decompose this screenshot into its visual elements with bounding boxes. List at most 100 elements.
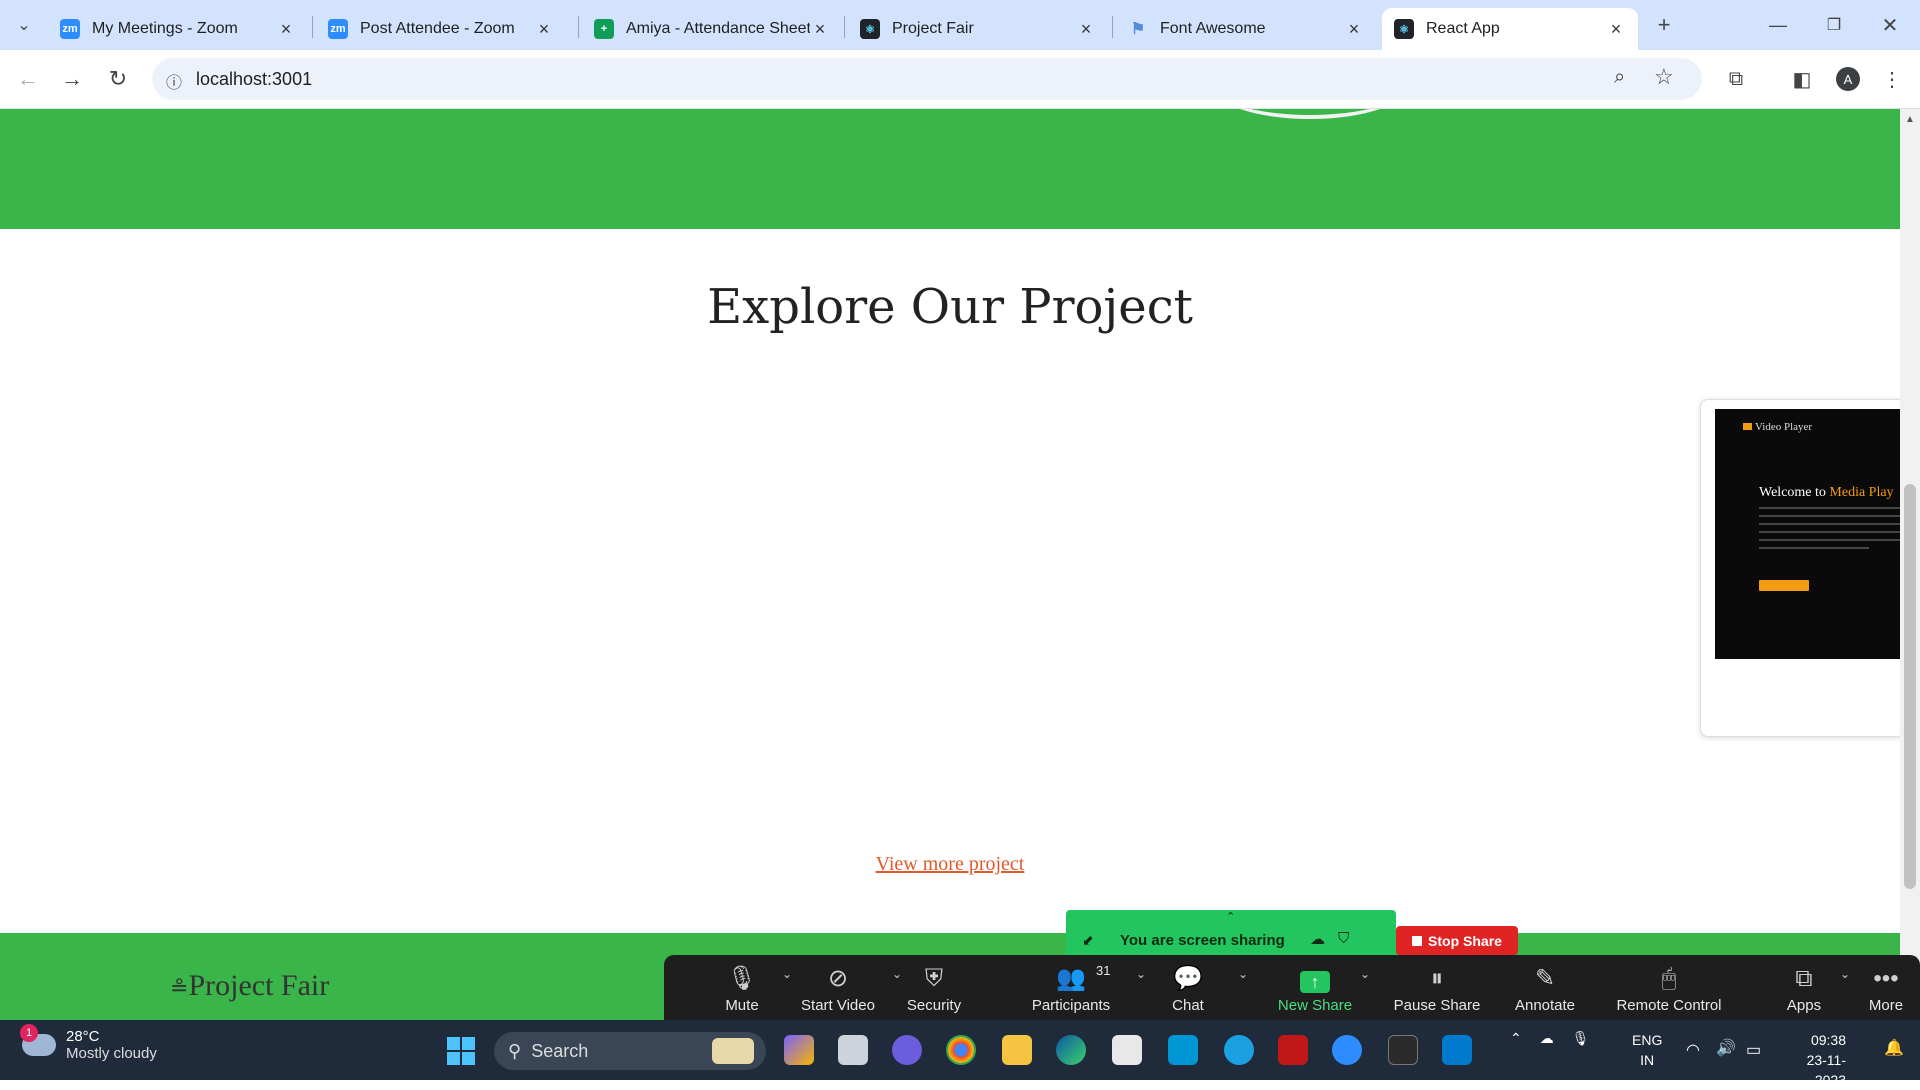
close-icon[interactable]: × <box>1344 19 1364 40</box>
tab-my-meetings[interactable]: zm My Meetings - Zoom × <box>48 8 308 50</box>
zoom-magnifier-icon[interactable]: ⌕ <box>1614 66 1625 89</box>
terminal-icon[interactable] <box>1388 1035 1418 1065</box>
stop-square-icon <box>1412 935 1423 946</box>
participants-button[interactable]: 👥 Participants 31 ⌄ <box>1016 955 1146 1020</box>
bookmark-star-icon[interactable]: ☆ <box>1654 64 1674 90</box>
tab-react-app[interactable]: ⚛ React App × <box>1382 8 1638 50</box>
input-language[interactable]: ENG IN <box>1632 1030 1662 1070</box>
scrollbar-thumb[interactable] <box>1904 484 1916 889</box>
chat-button[interactable]: 💬 Chat ⌄ <box>1148 955 1248 1020</box>
close-icon[interactable]: × <box>1606 19 1626 40</box>
flag-icon: ⚑ <box>1130 21 1146 38</box>
chevron-down-icon[interactable]: ⌄ <box>1840 967 1850 981</box>
zoom-app-icon[interactable] <box>1332 1035 1362 1065</box>
annotate-button[interactable]: ✎ Annotate <box>1500 955 1590 1020</box>
back-icon[interactable]: ← <box>12 63 44 95</box>
wifi-icon[interactable]: ◠ <box>1686 1040 1700 1060</box>
drag-handle-icon[interactable]: ⬋ <box>1082 932 1094 949</box>
tab-font-awesome[interactable]: ⚑ Font Awesome × <box>1116 8 1376 50</box>
start-video-button[interactable]: ⊘ Start Video ⌄ <box>788 955 902 1020</box>
menu-kebab-icon[interactable]: ⋮ <box>1876 63 1908 95</box>
footer-logo[interactable]: ≗Project Fair <box>170 969 329 1003</box>
notification-bell-icon[interactable]: 🔔 <box>1884 1038 1904 1058</box>
minimize-icon[interactable]: — <box>1762 9 1794 41</box>
language-code: ENG <box>1632 1032 1663 1048</box>
taskbar-search[interactable]: ⚲ Search <box>494 1032 766 1070</box>
zoom-icon: zm <box>60 19 80 39</box>
tab-post-attendee[interactable]: zm Post Attendee - Zoom × <box>316 8 566 50</box>
chevron-down-icon[interactable]: ⌄ <box>1136 967 1146 981</box>
mute-button[interactable]: 🎙 Mute ⌄ <box>702 955 792 1020</box>
tab-divider <box>1112 16 1113 38</box>
clock-date: 23-11-2023 <box>1806 1052 1846 1088</box>
file-explorer-icon[interactable] <box>1002 1035 1032 1065</box>
show-hidden-icons-icon[interactable]: ⌃ <box>1510 1030 1522 1047</box>
browser-toolbar: ← → ↻ ⓘ localhost:3001 ⌕ ☆ ⧉ ◧ A ⋮ <box>0 50 1920 109</box>
clock[interactable]: 09:38 23-11-2023 <box>1786 1030 1846 1090</box>
extensions-icon[interactable]: ⧉ <box>1720 63 1752 95</box>
logo-stack-icon: ≗ <box>170 975 189 1000</box>
apps-button[interactable]: ⧉ Apps ⌄ <box>1764 955 1850 1020</box>
reload-icon[interactable]: ↻ <box>102 63 134 95</box>
view-more-link[interactable]: View more project <box>0 853 1900 876</box>
preview-text-line <box>1759 547 1869 549</box>
search-highlight-icon <box>712 1038 754 1064</box>
page-scrollbar[interactable]: ▲ <box>1900 109 1920 1022</box>
myhp-icon[interactable] <box>1168 1035 1198 1065</box>
site-info-icon[interactable]: ⓘ <box>166 69 182 93</box>
tab-divider <box>312 16 313 38</box>
address-bar[interactable]: ⓘ localhost:3001 ⌕ ☆ <box>152 58 1702 100</box>
stop-share-button[interactable]: Stop Share <box>1396 926 1518 955</box>
vscode-icon[interactable] <box>1442 1035 1472 1065</box>
battery-icon[interactable]: ▭ <box>1746 1040 1761 1060</box>
windows-start-icon[interactable] <box>447 1037 475 1065</box>
close-icon[interactable]: × <box>1076 19 1096 40</box>
microsoft-store-icon[interactable] <box>1112 1035 1142 1065</box>
search-placeholder: Search <box>531 1040 589 1061</box>
forward-icon[interactable]: → <box>56 63 88 95</box>
mcafee-icon[interactable] <box>1278 1035 1308 1065</box>
close-icon[interactable]: × <box>276 19 296 40</box>
close-icon[interactable]: × <box>534 19 554 40</box>
windows-taskbar: 1 28°C Mostly cloudy ⚲ Search ⌃ ☁ 🎙 ENG … <box>0 1020 1920 1088</box>
side-panel-icon[interactable]: ◧ <box>1786 63 1818 95</box>
tab-search-chevron-icon[interactable]: ⌄ <box>8 9 40 41</box>
tab-divider <box>578 16 579 38</box>
onedrive-icon[interactable]: ☁ <box>1540 1030 1554 1047</box>
teams-chat-icon[interactable] <box>892 1035 922 1065</box>
new-tab-icon[interactable]: + <box>1648 9 1680 41</box>
zoom-control-bar: 🎙 Mute ⌄ ⊘ Start Video ⌄ ⛨ Security 👥 Pa… <box>664 955 1920 1020</box>
chevron-down-icon[interactable]: ⌄ <box>1238 967 1248 981</box>
window-close-icon[interactable]: ✕ <box>1874 9 1906 41</box>
chrome-icon[interactable] <box>946 1035 976 1065</box>
new-share-button[interactable]: ↑ New Share ⌄ <box>1270 955 1370 1020</box>
video-preview-screen: Video Player Welcome to Media Play <box>1715 409 1904 659</box>
screen-sharing-banner[interactable]: ⌃ ⬋ You are screen sharing ☁ ⛉ <box>1066 910 1396 955</box>
tab-divider <box>844 16 845 38</box>
video-preview-card[interactable]: Video Player Welcome to Media Play <box>1700 399 1905 737</box>
more-button[interactable]: ••• More <box>1856 955 1916 1020</box>
avatar[interactable]: A <box>1832 63 1864 95</box>
task-view-icon[interactable] <box>838 1035 868 1065</box>
chevron-up-icon[interactable]: ⌃ <box>1226 910 1235 923</box>
scroll-up-icon[interactable]: ▲ <box>1905 114 1915 125</box>
weather-widget[interactable]: 1 28°C Mostly cloudy <box>20 1024 157 1062</box>
volume-icon[interactable]: 🔊 <box>1716 1038 1736 1058</box>
preview-text-line <box>1759 507 1904 509</box>
annotate-label: Annotate <box>1514 997 1576 1014</box>
tab-project-fair[interactable]: ⚛ Project Fair × <box>848 8 1108 50</box>
pause-share-button[interactable]: ⏸ Pause Share <box>1382 955 1492 1020</box>
help-icon[interactable] <box>1224 1035 1254 1065</box>
copilot-icon[interactable] <box>784 1035 814 1065</box>
tab-attendance-sheet[interactable]: + Amiya - Attendance Sheet × <box>582 8 842 50</box>
edge-icon[interactable] <box>1056 1035 1086 1065</box>
security-button[interactable]: ⛨ Security <box>894 955 974 1020</box>
preview-heading-prefix: Welcome to <box>1759 485 1826 500</box>
video-off-icon: ⊘ <box>827 965 849 992</box>
apps-label: Apps <box>1786 997 1822 1014</box>
remote-control-button[interactable]: 🖱 Remote Control <box>1594 955 1744 1020</box>
close-icon[interactable]: × <box>810 19 830 40</box>
restore-icon[interactable]: ❐ <box>1818 9 1850 41</box>
microphone-tray-icon[interactable]: 🎙 <box>1572 1030 1590 1047</box>
chevron-down-icon[interactable]: ⌄ <box>1360 967 1370 981</box>
